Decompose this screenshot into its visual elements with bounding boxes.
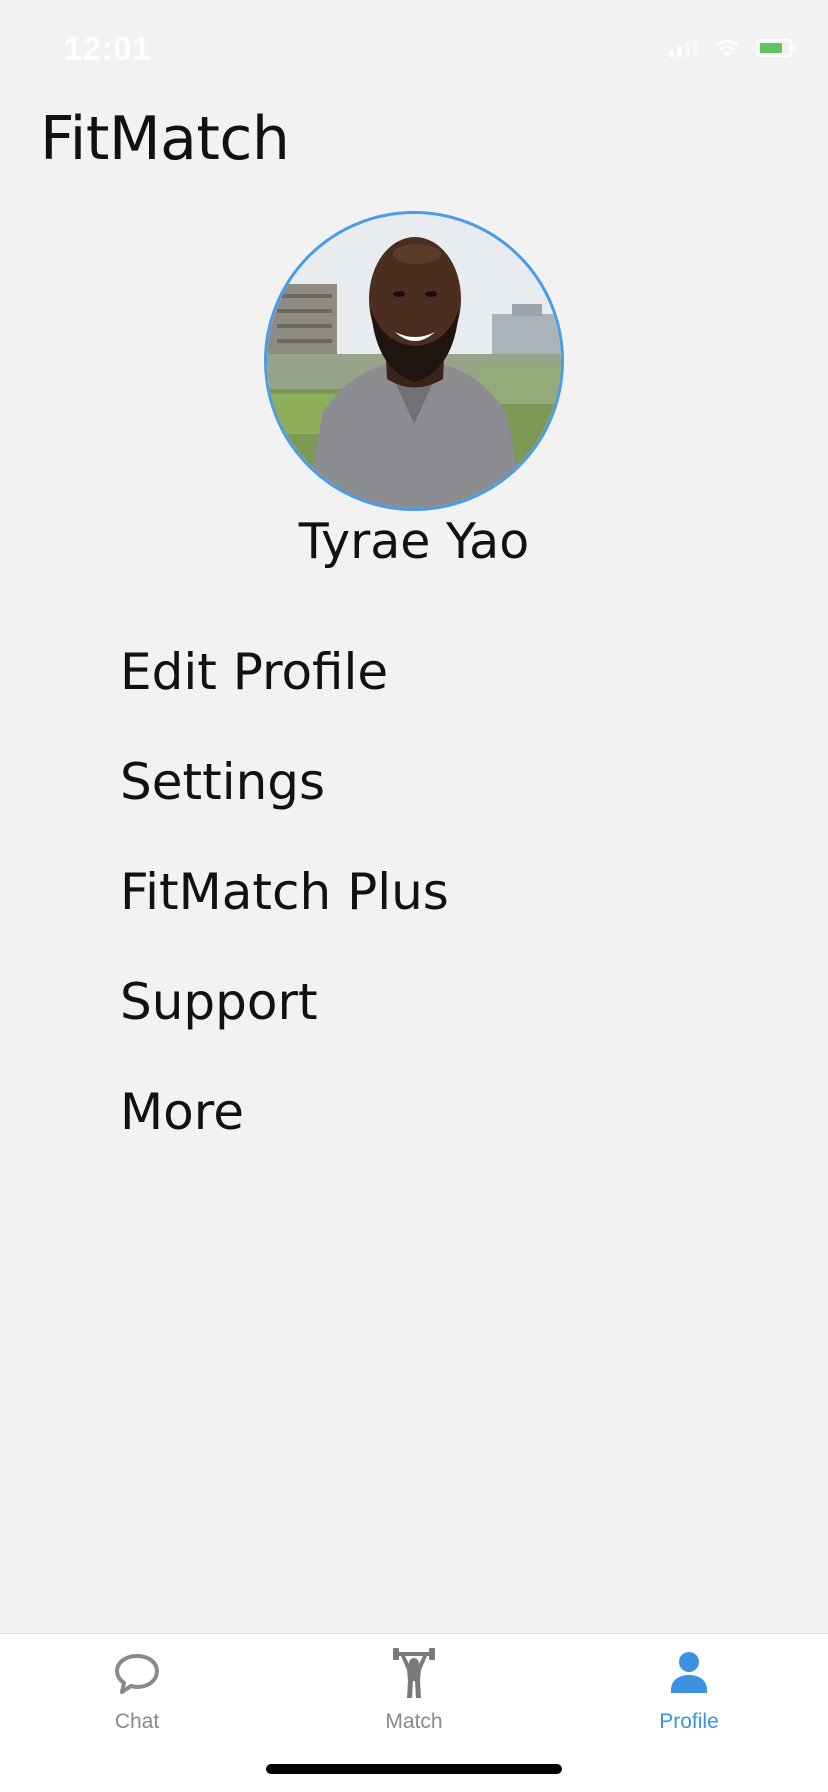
- home-indicator: [266, 1764, 562, 1774]
- menu-item-more[interactable]: More: [120, 1076, 449, 1186]
- cellular-signal-icon: [669, 39, 698, 57]
- tab-profile[interactable]: Profile: [609, 1648, 769, 1748]
- profile-avatar[interactable]: [264, 211, 564, 511]
- profile-name: Tyrae Yao: [298, 513, 530, 570]
- status-icons: [669, 38, 796, 58]
- weightlifter-icon: [393, 1648, 435, 1698]
- avatar-photo: [267, 214, 561, 508]
- status-time: 12:01: [64, 30, 151, 67]
- tab-chat-label: Chat: [114, 1710, 160, 1733]
- menu-item-support[interactable]: Support: [120, 966, 449, 1076]
- tab-match-label: Match: [385, 1710, 443, 1733]
- app-title: FitMatch: [40, 104, 290, 174]
- tab-match[interactable]: Match: [334, 1648, 494, 1748]
- chat-bubble-icon: [115, 1654, 159, 1694]
- battery-charging-icon: [756, 39, 796, 57]
- wifi-icon: [715, 39, 739, 57]
- tab-chat[interactable]: Chat: [57, 1648, 217, 1748]
- menu-item-fitmatch-plus[interactable]: FitMatch Plus: [120, 856, 449, 966]
- profile-menu: Edit Profile Settings FitMatch Plus Supp…: [120, 636, 449, 1186]
- tab-profile-label: Profile: [659, 1710, 719, 1733]
- menu-item-settings[interactable]: Settings: [120, 746, 449, 856]
- menu-item-edit-profile[interactable]: Edit Profile: [120, 636, 449, 746]
- status-bar: 12:01: [0, 0, 828, 100]
- person-icon: [671, 1652, 707, 1693]
